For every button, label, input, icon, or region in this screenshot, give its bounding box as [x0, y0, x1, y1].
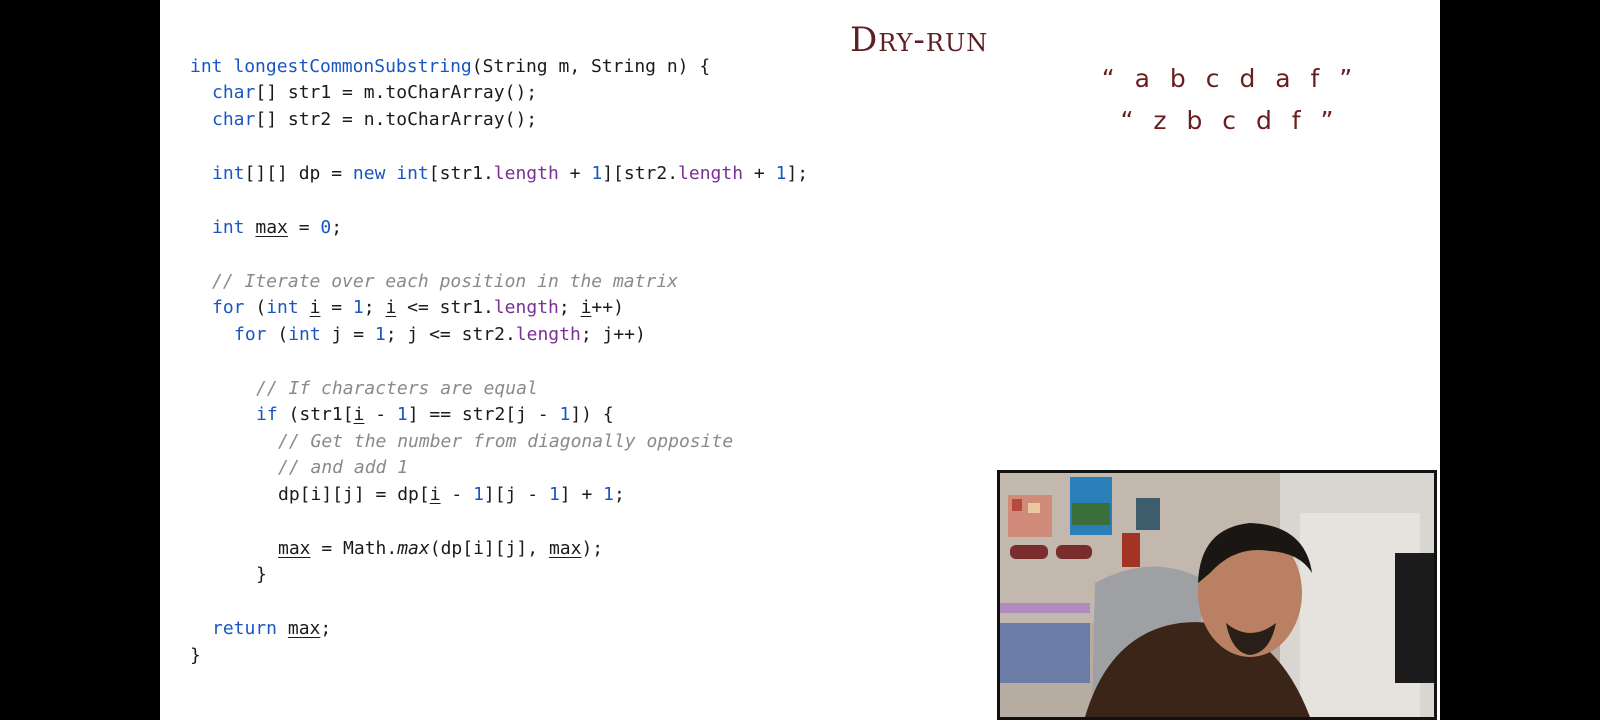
code-line: int max = 0;: [212, 215, 342, 241]
code-token: (dp[i][j],: [429, 538, 549, 559]
code-token: (str1[: [277, 404, 354, 425]
code-token: }: [256, 564, 267, 585]
code-token: (String m, String n) {: [471, 56, 711, 77]
code-token: 1: [396, 404, 408, 425]
code-token: 1: [374, 324, 386, 345]
code-token: [str1.: [428, 163, 494, 184]
code-line: max = Math.max(dp[i][j], max);: [278, 536, 603, 562]
code-token: 1: [775, 163, 787, 184]
code-token: return: [212, 618, 278, 639]
code-token: );: [581, 538, 604, 559]
function-name: longestCommonSubstring: [233, 56, 472, 77]
code-token: int: [266, 297, 299, 318]
code-token: i: [353, 404, 365, 425]
code-token: ][str2.: [602, 163, 679, 184]
code-line: dp[i][j] = dp[i - 1][j - 1] + 1;: [278, 482, 625, 508]
code-token: 1: [473, 484, 484, 505]
code-line: }: [256, 562, 267, 588]
code-token: 1: [352, 297, 364, 318]
input-string-2: “ z b c d f ”: [1120, 106, 1340, 135]
code-token: +: [558, 163, 592, 184]
code-line: int[][] dp = new int[str1.length + 1][st…: [212, 161, 808, 187]
code-token: =: [287, 217, 321, 238]
code-comment: // Get the number from diagonally opposi…: [278, 431, 734, 452]
webcam-overlay: [997, 470, 1437, 720]
code-token: dp[i][j] = dp[: [278, 484, 430, 505]
code-token: ;: [363, 297, 386, 318]
code-token: <= str1.: [396, 297, 494, 318]
code-token: ] +: [559, 484, 604, 505]
code-token: max: [397, 538, 430, 559]
code-token: }: [190, 645, 201, 666]
code-token: char: [212, 82, 256, 103]
code-token: ]) {: [570, 404, 614, 425]
code-token: int: [190, 56, 223, 77]
code-token: 1: [603, 484, 614, 505]
code-token: ;: [614, 484, 625, 505]
code-line: char[] str1 = m.toCharArray();: [212, 80, 537, 106]
code-token: ++): [591, 297, 624, 318]
code-token: 1: [548, 484, 560, 505]
code-token: max: [278, 538, 311, 559]
code-token: length: [678, 163, 744, 184]
code-comment: // and add 1: [278, 457, 409, 478]
code-comment: // Iterate over each position in the mat…: [212, 271, 678, 292]
code-token: int: [288, 324, 321, 345]
code-token: ][j -: [483, 484, 549, 505]
code-line: return max;: [212, 616, 331, 642]
code-token: -: [364, 404, 397, 425]
slide-title: Dry-run: [850, 20, 989, 60]
code-token: 1: [591, 163, 603, 184]
code-token: char: [212, 109, 256, 130]
code-token: [] str2 = n.toCharArray();: [255, 109, 538, 130]
code-token: ; j <= str2.: [385, 324, 516, 345]
code-comment: // If characters are equal: [256, 378, 538, 399]
code-token: [][] dp =: [244, 163, 353, 184]
code-token: length: [493, 163, 559, 184]
code-token: length: [493, 297, 559, 318]
code-token: ];: [786, 163, 809, 184]
code-token: for: [212, 297, 245, 318]
input-strings: “ a b c d a f ” “ z b c d f ”: [1085, 58, 1375, 142]
code-line: for (int j = 1; j <= str2.length; j++): [234, 322, 646, 348]
code-token: max: [548, 538, 582, 559]
code-token: int: [212, 217, 245, 238]
code-line-signature: int longestCommonSubstring(String m, Str…: [190, 54, 710, 80]
code-line: char[] str2 = n.toCharArray();: [212, 107, 537, 133]
input-string-1: “ a b c d a f ”: [1101, 64, 1359, 93]
code-token: ;: [331, 217, 343, 238]
code-token: +: [743, 163, 776, 184]
presenter-video: [1000, 473, 1434, 717]
code-token: -: [440, 484, 474, 505]
code-line: for (int i = 1; i <= str1.length; i++): [212, 295, 624, 321]
code-token: int: [212, 163, 245, 184]
code-token: if: [256, 404, 278, 425]
code-token: i: [309, 297, 321, 318]
code-token: i: [580, 297, 592, 318]
code-line: if (str1[i - 1] == str2[j - 1]) {: [256, 402, 614, 428]
code-token: i: [385, 297, 397, 318]
code-token: =: [320, 297, 353, 318]
code-token: for: [234, 324, 267, 345]
code-token: (: [266, 324, 289, 345]
code-token: [] str1 = m.toCharArray();: [255, 82, 538, 103]
code-token: ] == str2[j -: [407, 404, 560, 425]
code-token: max: [287, 618, 321, 639]
code-token: i: [429, 484, 441, 505]
code-token: 0: [320, 217, 332, 238]
code-token: (: [244, 297, 267, 318]
code-token: ;: [558, 297, 581, 318]
code-token: ;: [320, 618, 332, 639]
code-token: max: [255, 217, 288, 238]
code-token: j =: [320, 324, 375, 345]
code-token: new: [352, 163, 386, 184]
code-token: 1: [559, 404, 571, 425]
code-token: int: [396, 163, 429, 184]
code-line: }: [190, 643, 201, 669]
code-token: = Math.: [310, 538, 398, 559]
code-token: ; j++): [580, 324, 646, 345]
code-token: length: [515, 324, 581, 345]
